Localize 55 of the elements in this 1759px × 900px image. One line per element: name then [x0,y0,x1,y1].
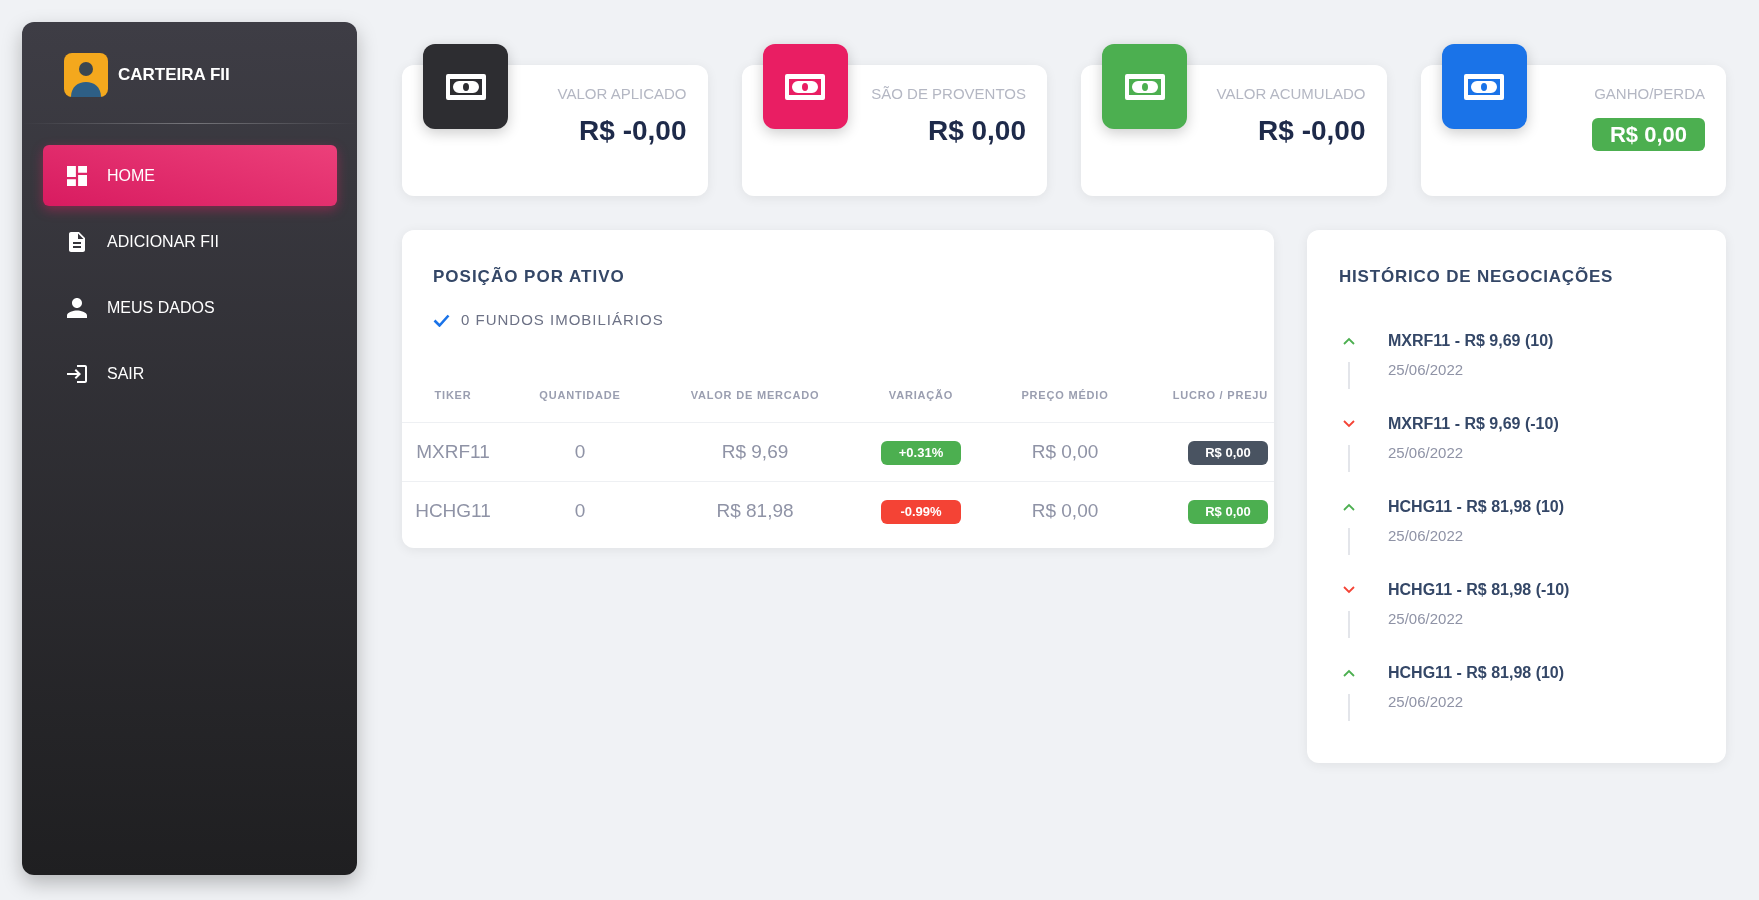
login-icon [67,363,87,384]
trade-date: 25/06/2022 [1388,444,1465,462]
quantity-text: 0 [504,481,656,540]
card-title: HISTÓRICO DE NEGOCIAÇÕES [1339,266,1615,288]
column-header: QUANTIDADE [504,367,656,423]
summary-text: 0 FUNDOS IMOBILIÁRIOS [461,310,664,330]
stat-label: VALOR APLICADO [557,85,687,103]
brand-title: CARTEIRA FII [118,65,230,85]
chevron-up-icon [1343,503,1355,511]
card-title: POSIÇÃO POR ATIVO [433,266,626,288]
column-header: VALOR DE MERCADO [656,367,854,423]
stat-label: VALOR ACUMULADO [1216,85,1366,103]
check-icon [433,313,450,327]
column-header: PREÇO MÉDIO [988,367,1142,423]
chevron-down-icon [1343,586,1355,594]
trade-date: 25/06/2022 [1388,527,1465,545]
column-header: TIKER [402,367,504,423]
nav-item[interactable]: ADICIONAR FII [43,211,337,272]
trade-title: MXRF11 - R$ 9,69 (10) [1388,331,1554,351]
stat-label: GANHO/PERDA [1594,85,1705,103]
average-price-text: R$ 0,00 [988,481,1142,540]
chevron-up-icon [1343,669,1355,677]
gain-badge: R$ 0,00 [1591,118,1705,151]
trade-date: 25/06/2022 [1388,693,1465,711]
nav-item[interactable]: SAIR [43,343,337,404]
trade-title: HCHG11 - R$ 81,98 (-10) [1388,580,1570,600]
nav-item[interactable]: MEUS DADOS [43,277,337,338]
person-icon [67,297,87,318]
stat-value: R$ -0,00 [579,114,687,148]
column-header: LUCRO / PREJU [1142,367,1274,423]
ticker-text: HCHG11 [402,481,504,540]
trade-title: HCHG11 - R$ 81,98 (10) [1388,497,1565,517]
document-icon [67,231,87,252]
chevron-up-icon [1343,337,1355,345]
stat-value: R$ 0,00 [927,114,1026,148]
profit-badge: R$ 0,00 [1188,499,1268,524]
column-header: VARIAÇÃO [854,367,988,423]
stat-value: R$ -0,00 [1258,114,1366,148]
trade-date: 25/06/2022 [1388,610,1465,628]
variation-badge: +0.31% [881,440,961,465]
average-price-text: R$ 0,00 [988,422,1142,482]
trade-title: HCHG11 - R$ 81,98 (10) [1388,663,1565,683]
nav-item[interactable]: HOME [43,145,337,206]
dashboard-icon [67,165,87,186]
trade-date: 25/06/2022 [1388,361,1465,379]
market-value-text: R$ 81,98 [656,481,854,540]
chevron-down-icon [1343,420,1355,428]
ticker-text: MXRF11 [402,422,504,482]
profit-badge: R$ 0,00 [1188,440,1268,465]
avatar-icon [64,53,108,97]
stat-label: SÃO DE PROVENTOS [871,85,1026,103]
variation-badge: -0.99% [881,499,961,524]
market-value-text: R$ 9,69 [656,422,854,482]
trade-title: MXRF11 - R$ 9,69 (-10) [1388,414,1559,434]
quantity-text: 0 [504,422,656,482]
